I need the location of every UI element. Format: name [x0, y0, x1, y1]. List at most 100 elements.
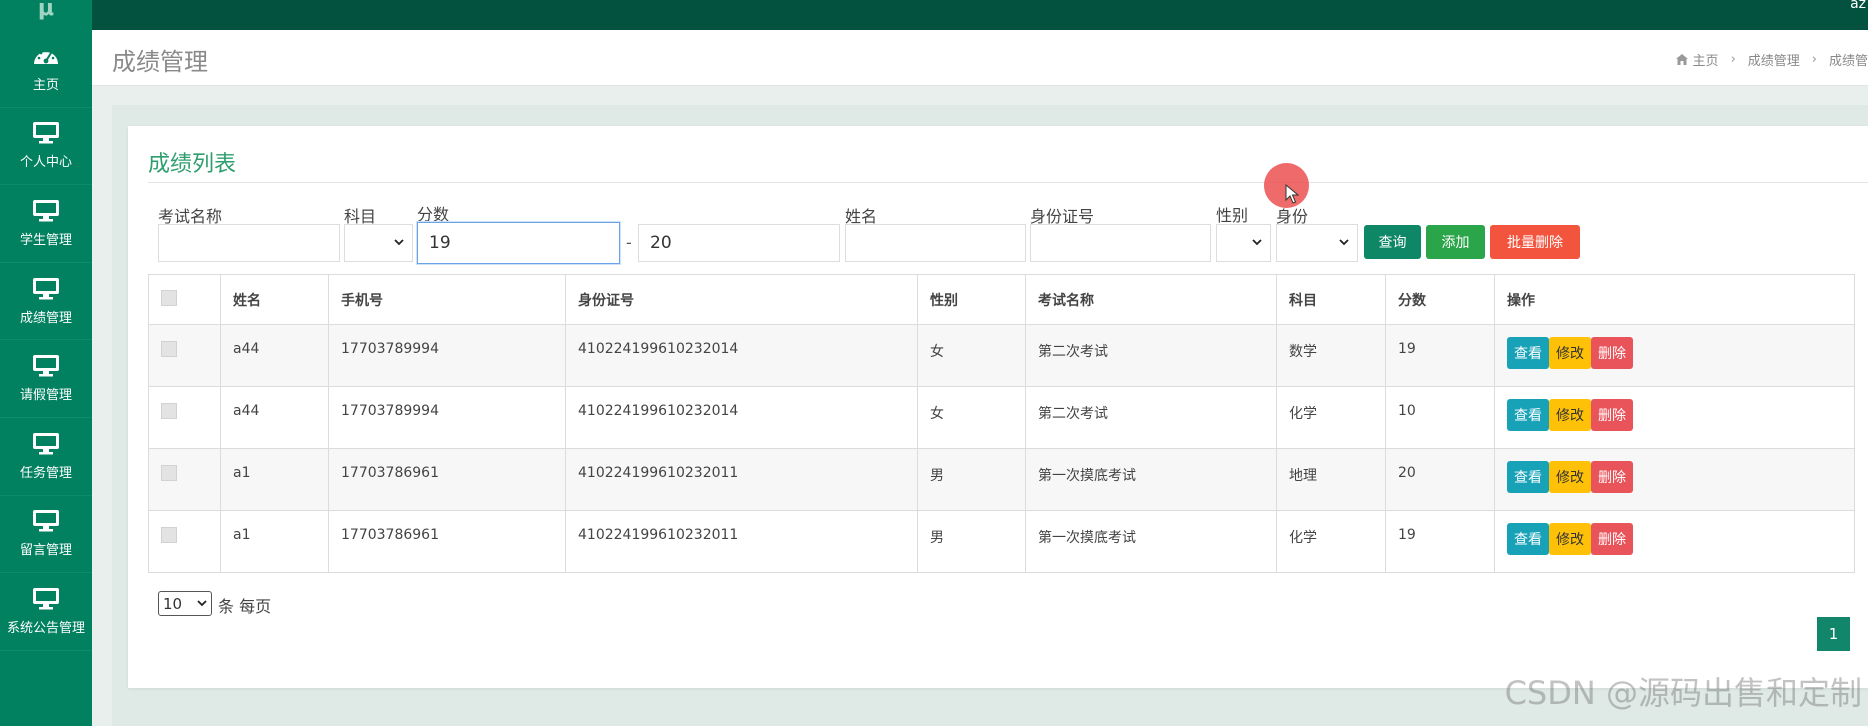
mouse-cursor-icon — [1285, 184, 1299, 204]
cell-score: 10 — [1385, 386, 1495, 449]
column-header[interactable]: 科目 — [1276, 274, 1386, 325]
score-range-dash: - — [626, 233, 632, 252]
subject-select[interactable] — [344, 224, 413, 262]
sidebar-item-label: 学生管理 — [19, 232, 72, 248]
delete-button[interactable]: 删除 — [1591, 461, 1633, 493]
chevron-down-icon — [394, 239, 404, 246]
column-header[interactable]: 手机号 — [328, 274, 566, 325]
current-user[interactable]: az — [1850, 0, 1866, 12]
breadcrumb: 主页 › 成绩管理 › 成绩管 — [1675, 50, 1868, 69]
column-header[interactable]: 姓名 — [220, 274, 329, 325]
gender-select[interactable] — [1216, 224, 1271, 262]
chevron-down-icon — [1252, 239, 1262, 246]
sidebar-item-tasks[interactable]: 任务管理 — [0, 418, 92, 496]
cell-actions: 查看 修改 删除 — [1494, 448, 1855, 511]
row-checkbox[interactable] — [161, 527, 177, 543]
page-size-value: 10 — [163, 594, 183, 613]
table-row: a44 17703789994 410224199610232014 女 第二次… — [148, 386, 1855, 449]
delete-button[interactable]: 删除 — [1591, 523, 1633, 555]
score-min-input[interactable]: 19 — [417, 222, 620, 264]
cell-score: 20 — [1385, 448, 1495, 511]
table-row: a1 17703786961 410224199610232011 男 第一次摸… — [148, 448, 1855, 511]
monitor-icon — [33, 510, 59, 532]
cell-name: a1 — [220, 510, 329, 573]
add-button[interactable]: 添加 — [1426, 225, 1485, 259]
divider — [148, 182, 1868, 183]
cell-actions: 查看 修改 删除 — [1494, 386, 1855, 449]
cell-exam: 第二次考试 — [1025, 386, 1277, 449]
breadcrumb-scores[interactable]: 成绩管理 — [1748, 50, 1800, 69]
batch-delete-button[interactable]: 批量删除 — [1490, 225, 1580, 259]
id-number-input[interactable] — [1030, 224, 1211, 262]
cell-score: 19 — [1385, 510, 1495, 573]
sidebar-item-label: 主页 — [32, 77, 59, 93]
view-button[interactable]: 查看 — [1507, 337, 1549, 369]
breadcrumb-home[interactable]: 主页 — [1693, 50, 1719, 69]
per-page-label: 条 每页 — [218, 597, 272, 616]
edit-button[interactable]: 修改 — [1549, 337, 1591, 369]
sidebar-item-home[interactable]: 主页 — [0, 30, 92, 108]
edit-button[interactable]: 修改 — [1549, 461, 1591, 493]
query-button[interactable]: 查询 — [1364, 225, 1421, 259]
column-header[interactable]: 考试名称 — [1025, 274, 1277, 325]
monitor-icon — [33, 587, 59, 610]
row-checkbox[interactable] — [161, 341, 177, 357]
cell-name: a44 — [220, 386, 329, 449]
cell-id-number: 410224199610232014 — [565, 324, 918, 387]
dashboard-icon — [34, 49, 58, 64]
cell-exam: 第一次摸底考试 — [1025, 448, 1277, 511]
sidebar-item-leave[interactable]: 请假管理 — [0, 340, 92, 418]
score-table: 姓名 手机号 身份证号 性别 考试名称 科目 分数 操作 a44 1770378… — [148, 274, 1855, 573]
gender-label: 性别 — [1216, 206, 1249, 225]
column-header[interactable]: 性别 — [917, 274, 1026, 325]
chevron-right-icon: › — [1730, 52, 1736, 67]
cell-exam: 第二次考试 — [1025, 324, 1277, 387]
sidebar-item-label: 留言管理 — [19, 543, 72, 559]
delete-button[interactable]: 删除 — [1591, 399, 1633, 431]
chevron-down-icon — [1339, 239, 1349, 246]
name-input[interactable] — [845, 224, 1026, 262]
breadcrumb-current: 成绩管 — [1828, 54, 1868, 69]
page-button-current[interactable]: 1 — [1817, 617, 1850, 651]
row-checkbox[interactable] — [161, 465, 177, 481]
monitor-icon — [33, 277, 59, 300]
panel-title: 成绩列表 — [148, 152, 237, 177]
row-checkbox[interactable] — [161, 403, 177, 419]
table-row: a1 17703786961 410224199610232011 男 第一次摸… — [148, 510, 1855, 573]
cell-actions: 查看 修改 删除 — [1494, 324, 1855, 387]
sidebar-item-announcements[interactable]: 系统公告管理 — [0, 573, 92, 651]
sidebar: μ 主页 个人中心 学生管理 成绩管理 请假管理 任务管理 留言管理 系统公告管… — [0, 0, 92, 726]
page-size-select[interactable]: 10 — [158, 591, 212, 616]
sidebar-item-students[interactable]: 学生管理 — [0, 185, 92, 263]
exam-name-input[interactable] — [158, 224, 340, 262]
view-button[interactable]: 查看 — [1507, 523, 1549, 555]
cell-subject: 化学 — [1276, 510, 1386, 573]
top-bar: az — [0, 0, 1868, 30]
table-header-row: 姓名 手机号 身份证号 性别 考试名称 科目 分数 操作 — [148, 274, 1855, 325]
column-header[interactable]: 身份证号 — [565, 274, 918, 325]
cell-subject: 化学 — [1276, 386, 1386, 449]
sidebar-item-messages[interactable]: 留言管理 — [0, 496, 92, 574]
page-header: 成绩管理 主页 › 成绩管理 › 成绩管 — [92, 30, 1868, 86]
edit-button[interactable]: 修改 — [1549, 399, 1591, 431]
sidebar-item-scores[interactable]: 成绩管理 — [0, 263, 92, 341]
column-header[interactable]: 分数 — [1385, 274, 1495, 325]
chevron-down-icon — [197, 600, 207, 607]
view-button[interactable]: 查看 — [1507, 399, 1549, 431]
sidebar-item-label: 个人中心 — [19, 155, 72, 171]
role-select[interactable] — [1276, 224, 1358, 262]
sidebar-item-personal-center[interactable]: 个人中心 — [0, 108, 92, 186]
score-max-input[interactable]: 20 — [638, 224, 840, 262]
delete-button[interactable]: 删除 — [1591, 337, 1633, 369]
sidebar-item-label: 任务管理 — [19, 465, 72, 481]
select-all-checkbox[interactable] — [161, 289, 177, 306]
sidebar-item-label: 系统公告管理 — [6, 620, 85, 636]
view-button[interactable]: 查看 — [1507, 461, 1549, 493]
logo: μ — [37, 0, 55, 21]
table-row: a44 17703789994 410224199610232014 女 第二次… — [148, 324, 1855, 387]
chevron-right-icon: › — [1811, 52, 1817, 67]
sidebar-item-label: 请假管理 — [19, 388, 72, 404]
watermark: CSDN @源码出售和定制 — [1504, 674, 1862, 712]
edit-button[interactable]: 修改 — [1549, 523, 1591, 555]
sidebar-item-label: 成绩管理 — [19, 310, 72, 326]
